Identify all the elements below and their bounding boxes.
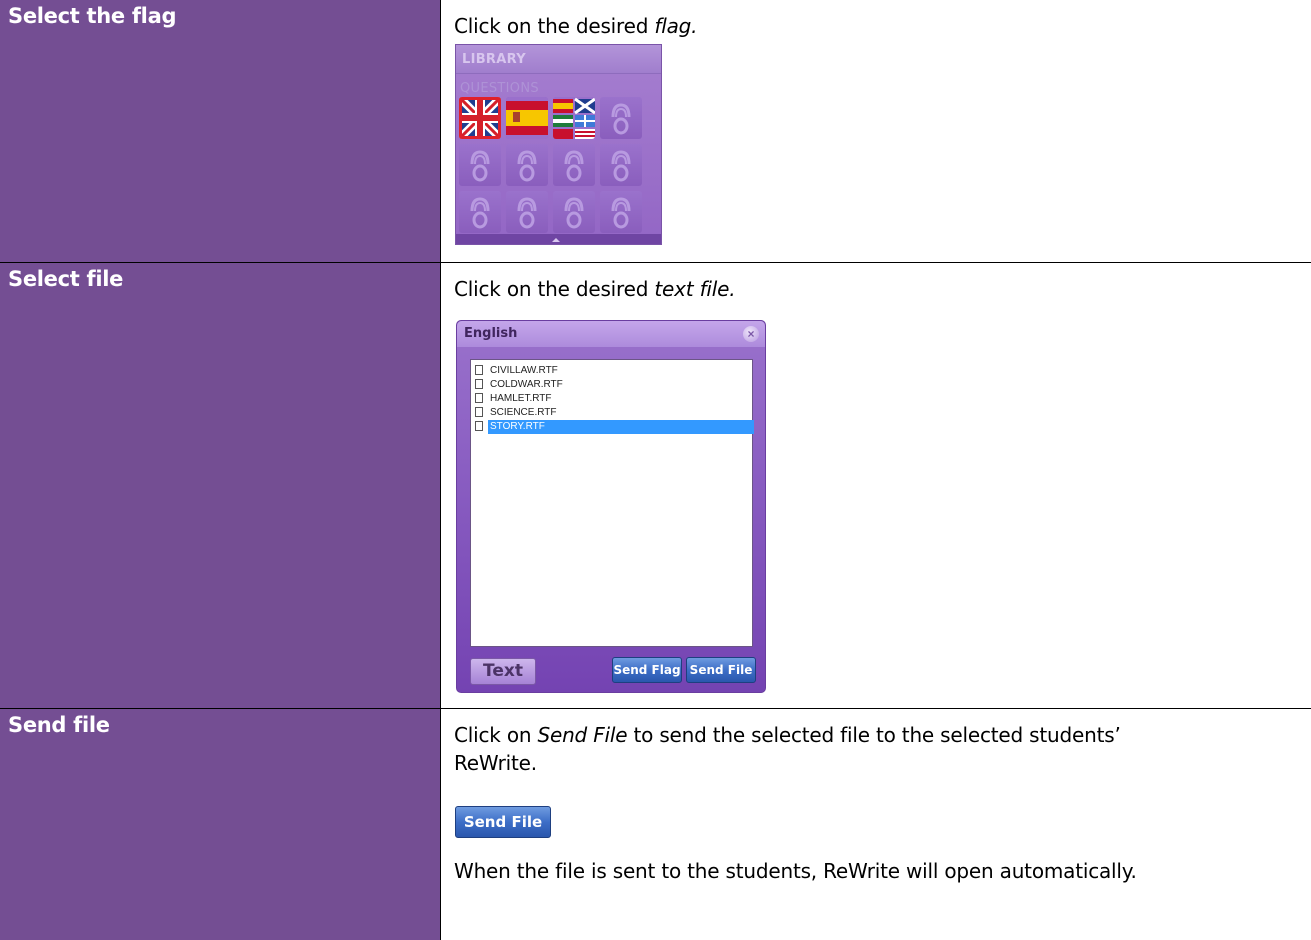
library-header: LIBRARY — [456, 45, 661, 74]
locked-tile — [600, 97, 642, 139]
instruction-table: Select the flag Select file Send file Cl… — [0, 0, 1311, 940]
step-cell: Select file — [0, 263, 440, 708]
send-flag-button[interactable]: Send Flag — [612, 657, 682, 683]
spain-flag-icon — [506, 97, 548, 139]
file-name: COLDWAR.RTF — [490, 379, 563, 390]
padlock-icon — [470, 150, 490, 182]
file-icon — [475, 365, 483, 375]
locked-tile — [553, 191, 595, 233]
file-icon — [475, 407, 483, 417]
flag-tile-mixed[interactable] — [553, 97, 595, 139]
library-subtitle: QUESTIONS — [460, 81, 539, 96]
padlock-icon — [611, 197, 631, 229]
step-description: Click on the desired text file. — [454, 275, 736, 303]
step-description-line3: When the file is sent to the students, R… — [454, 859, 1137, 883]
file-icon — [475, 421, 483, 431]
step-description: Click on the desired flag. — [454, 12, 698, 40]
file-name: STORY.RTF — [488, 420, 754, 434]
text-button[interactable]: Text — [470, 658, 536, 685]
library-footer — [456, 234, 661, 244]
padlock-icon — [517, 197, 537, 229]
description-emphasis: Send File — [537, 723, 628, 747]
column-divider — [440, 0, 441, 940]
step-cell: Send file — [0, 709, 440, 940]
flag-tile-spain[interactable] — [506, 97, 548, 139]
list-item[interactable]: SCIENCE.RTF — [474, 406, 750, 420]
description-emphasis: text file. — [654, 277, 736, 301]
list-item[interactable]: HAMLET.RTF — [474, 392, 750, 406]
file-name: HAMLET.RTF — [490, 393, 552, 404]
locked-tile — [553, 144, 595, 186]
padlock-icon — [564, 197, 584, 229]
step-title: Send file — [8, 713, 110, 737]
padlock-icon — [564, 150, 584, 182]
step-cell: Select the flag — [0, 0, 440, 262]
file-icon — [475, 393, 483, 403]
close-icon[interactable]: × — [743, 326, 759, 342]
list-item[interactable]: CIVILLAW.RTF — [474, 364, 750, 378]
description-text: Click on the desired — [454, 14, 655, 38]
description-emphasis: flag. — [654, 14, 698, 38]
flag-tile-united-kingdom[interactable] — [459, 97, 501, 139]
padlock-icon — [611, 103, 631, 135]
description-text: Click on — [454, 723, 538, 747]
step-description: Click on Send File to send the selected … — [454, 721, 1121, 749]
padlock-icon — [470, 197, 490, 229]
united-kingdom-flag-icon — [459, 97, 501, 139]
library-title: LIBRARY — [462, 52, 526, 67]
file-list[interactable]: CIVILLAW.RTF COLDWAR.RTF HAMLET.RTF SCIE… — [470, 359, 754, 647]
file-dialog: English × CIVILLAW.RTF COLDWAR.RTF HAMLE… — [456, 320, 766, 693]
library-panel: LIBRARY QUESTIONS — [455, 44, 662, 245]
padlock-icon — [517, 150, 537, 182]
dialog-title: English — [464, 326, 518, 341]
row-divider — [0, 708, 1311, 709]
locked-tile — [600, 144, 642, 186]
locked-tile — [506, 144, 548, 186]
send-file-button-example[interactable]: Send File — [455, 806, 551, 838]
send-file-button[interactable]: Send File — [686, 657, 756, 683]
locked-tile — [459, 144, 501, 186]
description-text: to send the selected file to the selecte… — [627, 723, 1121, 747]
step-description-line2: ReWrite. — [454, 751, 537, 775]
locked-tile — [506, 191, 548, 233]
file-name: SCIENCE.RTF — [490, 407, 557, 418]
locked-tile — [459, 191, 501, 233]
list-item-selected[interactable]: STORY.RTF — [474, 420, 754, 434]
locked-tile — [600, 191, 642, 233]
file-icon — [475, 379, 483, 389]
collapse-arrow-icon[interactable] — [552, 238, 560, 242]
step-title: Select the flag — [8, 4, 177, 28]
dialog-header: English × — [457, 321, 765, 347]
row-divider — [0, 262, 1311, 263]
file-name: CIVILLAW.RTF — [490, 365, 558, 376]
description-text: Click on the desired — [454, 277, 655, 301]
mixed-flags-icon — [553, 97, 595, 139]
padlock-icon — [611, 150, 631, 182]
step-title: Select file — [8, 267, 124, 291]
list-item[interactable]: COLDWAR.RTF — [474, 378, 750, 392]
